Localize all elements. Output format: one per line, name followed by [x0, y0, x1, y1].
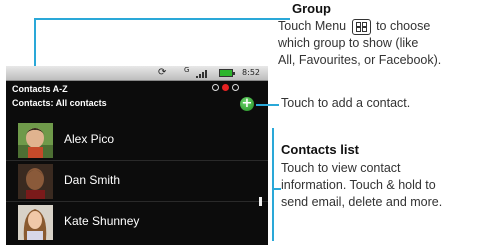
- page-title: Contacts A-Z: [12, 84, 68, 94]
- group-callout-line3: All, Favourites, or Facebook).: [278, 53, 442, 67]
- avatar: [18, 123, 53, 158]
- contact-row[interactable]: Kate Shunney: [6, 202, 268, 242]
- avatar: [18, 164, 53, 199]
- group-callout-title: Group: [292, 1, 331, 16]
- add-callout-line: [256, 104, 279, 106]
- avatar: [18, 205, 53, 240]
- list-callout-title: Contacts list: [281, 142, 360, 157]
- network-type: G: [184, 66, 190, 74]
- page-dot-icon: [212, 84, 219, 91]
- signal-icon: [196, 69, 210, 78]
- group-callout-line: [34, 18, 36, 66]
- battery-icon: [219, 69, 235, 77]
- group-callout-line: [34, 18, 290, 20]
- list-callout-line1: Touch to view contact: [281, 161, 401, 175]
- contact-name: Kate Shunney: [64, 214, 140, 228]
- phone-screen: ⟳ G 8:52 Contacts A-Z Contacts: All cont…: [6, 66, 268, 245]
- list-callout-line2: information. Touch & hold to: [281, 178, 436, 192]
- menu-key-icon: [351, 18, 371, 35]
- group-callout-text: Touch Menu to choose which group to show…: [278, 18, 441, 69]
- contact-name: Dan Smith: [64, 173, 121, 187]
- page-dot-icon: [232, 84, 239, 91]
- contact-row[interactable]: Dan Smith: [6, 161, 268, 201]
- status-bar: ⟳ G 8:52: [6, 66, 268, 81]
- group-callout-line1-end: to choose: [376, 19, 431, 33]
- add-callout-text: Touch to add a contact.: [281, 96, 411, 110]
- list-callout-line: [272, 188, 281, 190]
- contact-row[interactable]: Alex Pico: [6, 120, 268, 160]
- page-indicator: [212, 84, 242, 94]
- status-time: 8:52: [242, 68, 260, 77]
- sync-icon: ⟳: [158, 67, 167, 78]
- group-filter-label[interactable]: Contacts: All contacts: [12, 98, 107, 108]
- add-contact-button[interactable]: +: [240, 97, 254, 111]
- list-callout-line: [272, 128, 274, 241]
- group-callout-line2: which group to show (like: [278, 36, 419, 50]
- list-callout-text: Touch to view contact information. Touch…: [281, 160, 442, 211]
- contact-name: Alex Pico: [64, 132, 115, 146]
- group-callout-line1-start: Touch Menu: [278, 19, 347, 33]
- list-callout-line3: send email, delete and more.: [281, 195, 443, 209]
- page-dot-active-icon: [222, 84, 229, 91]
- scrollbar[interactable]: [259, 197, 262, 206]
